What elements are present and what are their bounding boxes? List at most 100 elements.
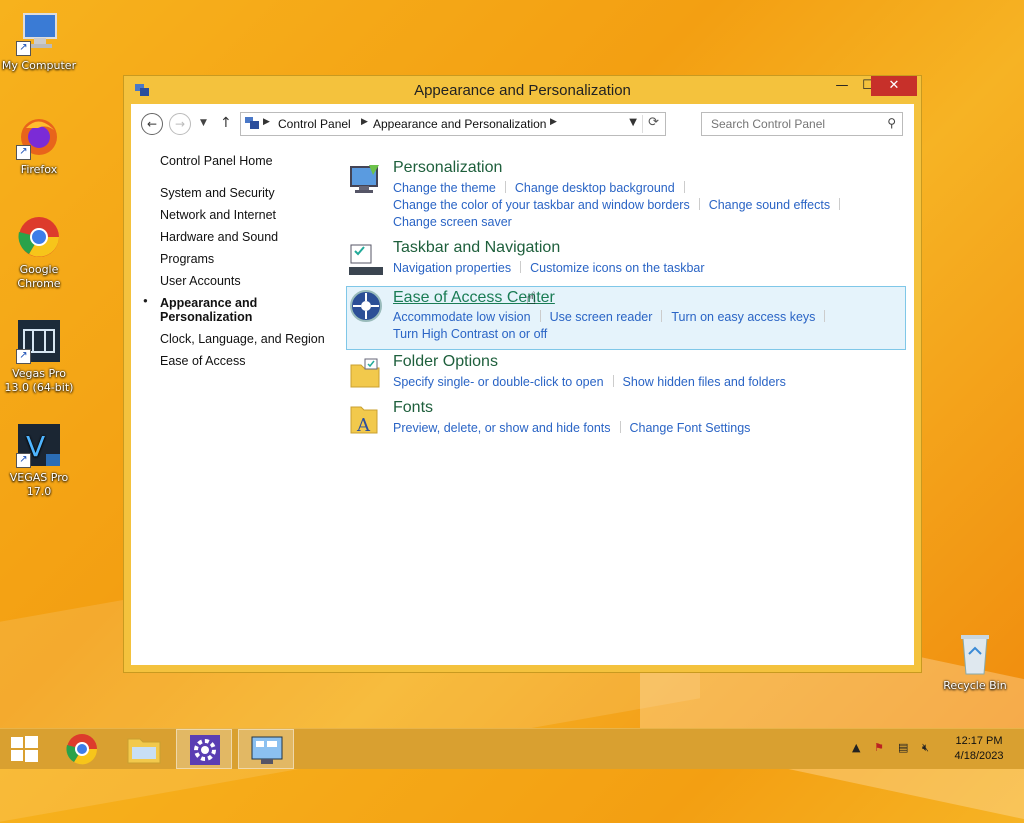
category-title[interactable]: Folder Options — [393, 353, 498, 371]
volume-muted-icon[interactable]: 🔇︎ — [922, 741, 929, 755]
desktop-icon-label: Recycle Bin — [943, 679, 1007, 692]
arrow-left-icon: ← — [146, 117, 158, 131]
recent-locations-dropdown[interactable]: ▼ — [200, 118, 207, 128]
desktop-icon-label: VEGAS Pro 17.0 — [9, 471, 69, 498]
category-title[interactable]: Taskbar and Navigation — [393, 239, 560, 257]
desktop-icon-chrome[interactable]: Google Chrome — [1, 214, 77, 291]
personalization-icon — [349, 163, 383, 197]
link-change-taskbar-color[interactable]: Change the color of your taskbar and win… — [393, 197, 690, 214]
title-bar[interactable]: Appearance and Personalization — ☐ ✕ — [124, 76, 921, 104]
nav-clock-language-region[interactable]: Clock, Language, and Region — [160, 332, 350, 346]
shortcut-arrow-icon: ↗ — [16, 453, 31, 468]
taskbar-settings[interactable] — [176, 729, 232, 769]
refresh-icon[interactable]: ⟳ — [648, 115, 659, 130]
divider — [504, 181, 506, 193]
nav-system-security[interactable]: System and Security — [160, 186, 350, 200]
start-button[interactable] — [0, 729, 48, 769]
divider — [520, 261, 522, 273]
recycle-bin-icon — [955, 632, 995, 676]
divider — [642, 115, 643, 133]
forward-button[interactable]: → — [169, 113, 191, 135]
address-bar[interactable]: ▶ Control Panel ▶ Appearance and Persona… — [240, 112, 666, 136]
link-navigation-properties[interactable]: Navigation properties — [393, 260, 511, 277]
ease-of-access-icon — [349, 289, 383, 323]
desktop-icon-my-computer[interactable]: ↗ My Computer — [1, 10, 77, 73]
control-panel-window: Appearance and Personalization — ☐ ✕ ← →… — [123, 75, 922, 673]
link-show-hidden-files[interactable]: Show hidden files and folders — [623, 374, 786, 391]
nav-network-internet[interactable]: Network and Internet — [160, 208, 350, 222]
desktop-icon-vegas-17[interactable]: V ↗ VEGAS Pro 17.0 — [1, 422, 77, 499]
nav-user-accounts[interactable]: User Accounts — [160, 274, 350, 288]
taskbar: ▲ ⚑ ▤ 🔇︎ 12:17 PM 4/18/2023 — [0, 728, 1024, 769]
close-button[interactable]: ✕ — [871, 76, 917, 96]
action-center-flag-icon[interactable]: ⚑ — [874, 741, 884, 754]
search-icon[interactable]: ⚲ — [887, 116, 896, 130]
fonts-icon: A — [349, 403, 383, 437]
link-change-sound-effects[interactable]: Change sound effects — [709, 197, 830, 214]
taskbar-control-panel[interactable] — [238, 729, 294, 769]
control-panel-icon — [251, 736, 283, 764]
category-links: Specify single- or double-click to open S… — [393, 374, 893, 391]
firefox-icon: ↗ — [16, 114, 62, 160]
search-box[interactable]: ⚲ — [701, 112, 903, 136]
desktop-icon-label: Google Chrome — [17, 263, 61, 290]
gear-icon — [190, 735, 220, 765]
link-use-screen-reader[interactable]: Use screen reader — [550, 309, 653, 326]
minimize-button[interactable]: — — [829, 76, 855, 96]
category-title[interactable]: Personalization — [393, 159, 502, 177]
back-button[interactable]: ← — [141, 113, 163, 135]
divider — [612, 375, 614, 387]
link-change-screen-saver[interactable]: Change screen saver — [393, 214, 512, 231]
divider — [824, 310, 826, 322]
category-personalization: Personalization Change the theme Change d… — [346, 159, 904, 229]
link-change-theme[interactable]: Change the theme — [393, 180, 496, 197]
breadcrumb-control-panel[interactable]: Control Panel — [278, 117, 351, 131]
clock-date: 4/18/2023 — [954, 750, 1004, 762]
film-icon: ↗ — [16, 318, 62, 364]
breadcrumb-appearance[interactable]: Appearance and Personalization — [373, 117, 546, 131]
network-icon[interactable]: ▤ — [898, 741, 908, 754]
taskbar-chrome[interactable] — [54, 729, 110, 769]
search-input[interactable] — [709, 116, 873, 132]
category-links: Accommodate low vision Use screen reader T… — [393, 309, 893, 343]
link-accommodate-low-vision[interactable]: Accommodate low vision — [393, 309, 531, 326]
divider — [683, 181, 685, 193]
folder-icon — [127, 738, 161, 764]
desktop-icon-label: Firefox — [20, 163, 58, 176]
nav-ease-of-access[interactable]: Ease of Access — [160, 354, 350, 368]
nav-programs[interactable]: Programs — [160, 252, 350, 266]
nav-appearance-current: Appearance and Personalization — [143, 296, 280, 324]
link-change-font-settings[interactable]: Change Font Settings — [630, 420, 751, 437]
shortcut-arrow-icon: ↗ — [16, 145, 31, 160]
link-change-desktop-background[interactable]: Change desktop background — [515, 180, 675, 197]
divider — [839, 198, 841, 210]
nav-control-panel-home[interactable]: Control Panel Home — [160, 154, 350, 168]
link-easy-access-keys[interactable]: Turn on easy access keys — [671, 309, 815, 326]
hand-cursor-icon: ☝ — [526, 289, 537, 309]
desktop-icon-firefox[interactable]: ↗ Firefox — [1, 114, 77, 177]
desktop-icon-recycle-bin[interactable]: Recycle Bin — [937, 632, 1013, 693]
category-links: Preview, delete, or show and hide fonts C… — [393, 420, 893, 437]
show-hidden-icons-button[interactable]: ▲ — [852, 741, 860, 754]
chrome-icon — [66, 734, 98, 765]
breadcrumb-separator-icon[interactable]: ▶ — [550, 117, 557, 127]
category-title[interactable]: Fonts — [393, 399, 433, 417]
folder-options-icon — [349, 357, 383, 391]
nav-hardware-sound[interactable]: Hardware and Sound — [160, 230, 350, 244]
windows-logo-icon — [11, 736, 38, 762]
arrow-right-icon: → — [174, 117, 186, 131]
category-folder-options: Folder Options Specify single- or double… — [346, 353, 904, 395]
desktop-icon-vegas-13[interactable]: ↗ Vegas Pro 13.0 (64-bit) — [1, 318, 77, 395]
link-single-double-click[interactable]: Specify single- or double-click to open — [393, 374, 604, 391]
category-links: Navigation properties Customize icons on … — [393, 260, 893, 277]
breadcrumb-separator-icon[interactable]: ▶ — [361, 117, 368, 127]
clock[interactable]: 12:17 PM 4/18/2023 — [944, 734, 1014, 764]
link-high-contrast[interactable]: Turn High Contrast on or off — [393, 326, 547, 343]
category-ease-of-access[interactable]: Ease of Access Center Accommodate low vi… — [346, 286, 906, 350]
link-preview-fonts[interactable]: Preview, delete, or show and hide fonts — [393, 420, 611, 437]
up-button[interactable]: ↑ — [220, 115, 232, 131]
link-customize-taskbar-icons[interactable]: Customize icons on the taskbar — [530, 260, 704, 277]
taskbar-file-explorer[interactable] — [116, 729, 172, 769]
breadcrumb-separator-icon[interactable]: ▶ — [263, 117, 270, 127]
chevron-down-icon[interactable]: ▼ — [629, 117, 637, 128]
